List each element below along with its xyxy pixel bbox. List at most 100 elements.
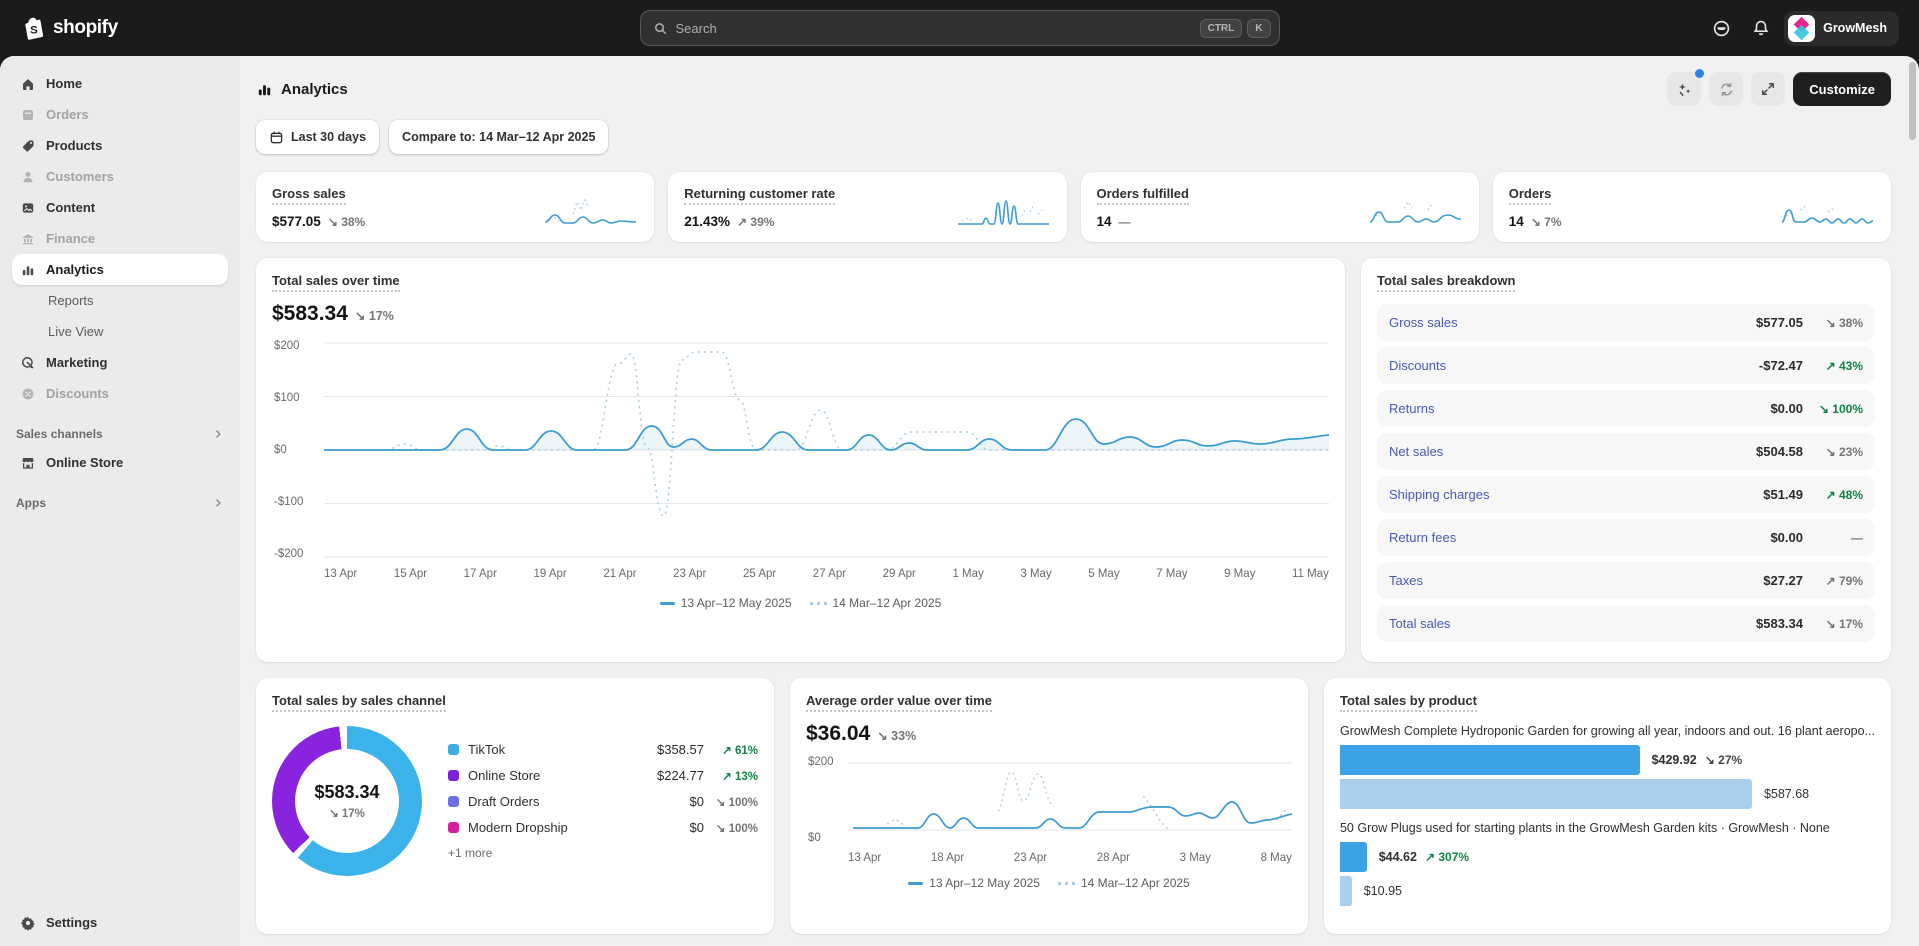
card-title-link[interactable]: Average order value over time xyxy=(806,693,992,712)
legend-line-swatch xyxy=(908,882,923,885)
sidebar-item-discounts[interactable]: Discounts xyxy=(12,378,228,409)
apps-heading: Apps xyxy=(16,496,46,510)
product-item: 50 Grow Plugs used for starting plants i… xyxy=(1340,821,1875,906)
bar-current: $44.62↗ 307% xyxy=(1340,842,1875,872)
sales-line-plot xyxy=(324,340,1329,560)
legend-dots-swatch xyxy=(810,602,827,605)
sidebar-item-marketing[interactable]: Marketing xyxy=(12,347,228,378)
breakdown-link[interactable]: Total sales xyxy=(1389,616,1756,631)
sidebar-label: Orders xyxy=(46,107,89,122)
breakdown-link[interactable]: Gross sales xyxy=(1389,315,1756,330)
assistant-button[interactable] xyxy=(1704,11,1738,45)
breakdown-link[interactable]: Returns xyxy=(1389,401,1770,416)
metric-title-link[interactable]: Gross sales xyxy=(272,186,346,205)
sidebar-item-products[interactable]: Products xyxy=(12,130,228,161)
secondary-charts-row: Total sales by sales channel $583.34 ↘ 1… xyxy=(256,678,1891,934)
analytics-bars-icon xyxy=(20,262,36,278)
sparkline-chart xyxy=(1368,194,1463,230)
metric-card-orders: Orders 14↘ 7% xyxy=(1493,172,1891,242)
chart-legend: 13 Apr–12 May 2025 14 Mar–12 Apr 2025 xyxy=(806,876,1292,890)
bar-current: $429.92↘ 27% xyxy=(1340,745,1875,775)
ai-insights-button[interactable] xyxy=(1667,72,1701,106)
svg-text:S: S xyxy=(30,25,38,37)
sidebar-item-customers[interactable]: Customers xyxy=(12,161,228,192)
vertical-scrollbar-thumb[interactable] xyxy=(1909,62,1916,140)
customers-icon xyxy=(20,169,36,185)
marketing-icon xyxy=(20,355,36,371)
aov-value: $36.04↘ 33% xyxy=(806,722,1292,746)
topbar-right: GrowMesh xyxy=(1599,11,1899,46)
kbd-k: K xyxy=(1247,19,1270,38)
sales-by-channel-card: Total sales by sales channel $583.34 ↘ 1… xyxy=(256,678,774,934)
chevron-right-icon[interactable] xyxy=(212,497,224,509)
breakdown-link[interactable]: Net sales xyxy=(1389,444,1756,459)
expand-icon xyxy=(1760,81,1776,97)
breakdown-link[interactable]: Return fees xyxy=(1389,530,1770,545)
store-avatar xyxy=(1788,15,1815,42)
breakdown-link[interactable]: Shipping charges xyxy=(1389,487,1763,502)
sidebar-label: Online Store xyxy=(46,455,123,470)
sidebar-label: Home xyxy=(46,76,82,91)
page-header: Analytics Customize xyxy=(256,72,1891,106)
notification-dot xyxy=(1695,69,1704,78)
x-axis: 13 Apr18 Apr23 Apr28 Apr3 May8 May xyxy=(848,852,1292,864)
breakdown-link[interactable]: Taxes xyxy=(1389,573,1763,588)
online-store-icon xyxy=(20,455,36,471)
metric-card-orders-fulfilled: Orders fulfilled 14— xyxy=(1081,172,1479,242)
average-order-value-card: Average order value over time $36.04↘ 33… xyxy=(790,678,1308,934)
page-title: Analytics xyxy=(256,81,348,98)
apps-section: Apps xyxy=(16,496,224,510)
sidebar-item-home[interactable]: Home xyxy=(12,68,228,99)
legend-dots-swatch xyxy=(1058,882,1075,885)
sidebar-label: Content xyxy=(46,200,95,215)
notifications-button[interactable] xyxy=(1744,11,1778,45)
sidebar-item-live-view[interactable]: Live View xyxy=(12,316,228,347)
sidebar-item-orders[interactable]: Orders xyxy=(12,99,228,130)
store-menu[interactable]: GrowMesh xyxy=(1784,11,1899,46)
card-title-link[interactable]: Total sales by sales channel xyxy=(272,693,446,712)
products-tag-icon xyxy=(20,138,36,154)
date-range-button[interactable]: Last 30 days xyxy=(256,120,379,154)
more-channels-link[interactable]: +1 more xyxy=(448,846,758,860)
channel-swatch xyxy=(448,744,459,755)
bar-previous-fill xyxy=(1340,876,1352,906)
sidebar-item-finance[interactable]: Finance xyxy=(12,223,228,254)
compare-button[interactable]: Compare to: 14 Mar–12 Apr 2025 xyxy=(389,120,608,154)
sidebar-item-settings[interactable]: Settings xyxy=(12,907,228,938)
chevron-right-icon[interactable] xyxy=(212,428,224,440)
header-actions: Customize xyxy=(1667,72,1891,106)
sidebar-item-content[interactable]: Content xyxy=(12,192,228,223)
chart-legend: 13 Apr–12 May 2025 14 Mar–12 Apr 2025 xyxy=(272,596,1329,610)
customize-button[interactable]: Customize xyxy=(1793,72,1891,106)
total-sales-breakdown-card: Total sales breakdown Gross sales$577.05… xyxy=(1361,258,1891,662)
metric-title-link[interactable]: Orders xyxy=(1509,186,1552,205)
card-title-link[interactable]: Total sales breakdown xyxy=(1377,273,1515,292)
expand-button[interactable] xyxy=(1751,72,1785,106)
sidebar-item-analytics[interactable]: Analytics xyxy=(12,254,228,285)
finance-bank-icon xyxy=(20,231,36,247)
breakdown-link[interactable]: Discounts xyxy=(1389,358,1759,373)
card-title-link[interactable]: Total sales over time xyxy=(272,273,400,292)
search-input[interactable]: Search CTRL K xyxy=(640,10,1280,46)
channel-row: Draft Orders$0↘ 100% xyxy=(448,794,758,809)
metric-title-link[interactable]: Orders fulfilled xyxy=(1097,186,1189,205)
bar-current-fill xyxy=(1340,842,1367,872)
sidebar-item-online-store[interactable]: Online Store xyxy=(12,447,228,478)
channel-swatch xyxy=(448,770,459,781)
store-name: GrowMesh xyxy=(1823,21,1887,35)
sidebar-item-reports[interactable]: Reports xyxy=(12,285,228,316)
metric-title-link[interactable]: Returning customer rate xyxy=(684,186,835,205)
metric-card-gross-sales: Gross sales $577.05↘ 38% xyxy=(256,172,654,242)
refresh-cycle-button[interactable] xyxy=(1709,72,1743,106)
compare-label: Compare to: 14 Mar–12 Apr 2025 xyxy=(402,130,595,144)
breakdown-row: Return fees$0.00— xyxy=(1377,519,1875,556)
channel-row: TikTok$358.57↗ 61% xyxy=(448,742,758,757)
magic-sparkle-icon xyxy=(1676,81,1693,98)
card-title-link[interactable]: Total sales by product xyxy=(1340,693,1477,712)
topbar: S shopify Search CTRL K GrowMesh xyxy=(0,0,1919,56)
metric-delta: ↘ 38% xyxy=(328,215,365,229)
aov-line-plot xyxy=(848,756,1292,844)
sidebar-label: Reports xyxy=(48,293,94,308)
legend-previous: 14 Mar–12 Apr 2025 xyxy=(1058,876,1190,890)
gear-icon xyxy=(20,915,36,931)
